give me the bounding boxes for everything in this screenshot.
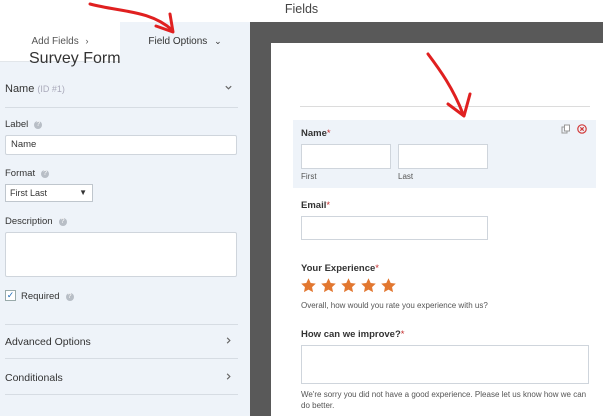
field-section-header[interactable]: Name (ID #1) [5, 83, 237, 97]
required-mark: * [400, 329, 405, 340]
improve-textarea[interactable] [301, 345, 589, 384]
divider [5, 107, 238, 108]
tab-field-options-label: Field Options [148, 36, 208, 47]
format-select[interactable]: First Last ▼ [5, 184, 93, 202]
star-icon[interactable] [300, 277, 317, 294]
last-name-input[interactable] [398, 144, 488, 169]
first-name-input[interactable] [301, 144, 391, 169]
advanced-options-header[interactable]: Advanced Options [5, 336, 237, 348]
email-label-text: Email [301, 200, 327, 211]
conditionals-label: Conditionals [5, 372, 63, 384]
name-label-text: Name [301, 128, 327, 139]
format-field-title: Format? [5, 168, 50, 179]
help-icon[interactable]: ? [34, 121, 43, 129]
star-icon[interactable] [360, 277, 377, 294]
divider [5, 394, 238, 395]
name-field-label: Name* [301, 128, 331, 139]
email-input[interactable] [301, 216, 488, 240]
dropdown-arrow-icon: ▼ [79, 188, 87, 197]
required-mark: * [375, 263, 379, 274]
divider [300, 106, 590, 107]
star-icon[interactable] [380, 277, 397, 294]
experience-field-label: Your Experience* [301, 263, 379, 274]
divider [5, 358, 238, 359]
help-icon[interactable]: ? [65, 293, 74, 301]
improve-field-label: How can we improve?* [301, 329, 404, 340]
chevron-right-icon: › [85, 36, 89, 46]
experience-label-text: Your Experience [301, 263, 376, 274]
first-sublabel: First [301, 172, 317, 181]
star-icon[interactable] [320, 277, 337, 294]
required-label-text: Required [21, 291, 60, 302]
required-mark: * [326, 200, 331, 211]
label-field-title: Label? [5, 119, 43, 130]
description-field-title: Description? [5, 216, 67, 227]
chevron-right-icon [224, 372, 233, 384]
improve-label-text: How can we improve? [301, 329, 401, 340]
label-input[interactable]: Name [5, 135, 237, 155]
help-icon[interactable]: ? [58, 218, 67, 226]
window-titlebar: Fields [0, 0, 603, 22]
field-name: Name [5, 83, 35, 95]
description-title-text: Description [5, 216, 53, 227]
field-id: (ID #1) [37, 84, 65, 94]
duplicate-icon[interactable] [561, 124, 571, 136]
chevron-right-icon [224, 336, 233, 348]
improve-hint: We're sorry you did not have a good expe… [301, 390, 587, 410]
chevron-down-icon: ⌄ [214, 36, 222, 46]
delete-icon[interactable] [577, 124, 587, 136]
conditionals-header[interactable]: Conditionals [5, 372, 237, 384]
label-title-text: Label [5, 119, 29, 130]
required-label: Required? [21, 291, 74, 302]
email-field-label: Email* [301, 200, 330, 211]
window-title: Fields [284, 2, 319, 16]
checkbox-icon[interactable]: ✓ [5, 290, 16, 301]
required-mark: * [326, 128, 331, 139]
chevron-down-icon [224, 83, 233, 95]
tab-field-options[interactable]: Field Options ⌄ [120, 22, 250, 61]
format-title-text: Format [5, 168, 36, 179]
form-title: Survey Form [29, 50, 121, 67]
star-icon[interactable] [340, 277, 357, 294]
advanced-options-label: Advanced Options [5, 336, 91, 348]
field-options-panel: Add Fields › Field Options ⌄ Name (ID #1… [0, 22, 250, 416]
experience-hint: Overall, how would you rate you experien… [301, 301, 488, 310]
last-sublabel: Last [398, 172, 414, 181]
help-icon[interactable]: ? [41, 170, 50, 178]
description-textarea[interactable] [5, 232, 237, 277]
format-select-value: First Last [10, 188, 48, 198]
divider [5, 324, 238, 325]
tab-add-fields-label: Add Fields [31, 36, 79, 47]
